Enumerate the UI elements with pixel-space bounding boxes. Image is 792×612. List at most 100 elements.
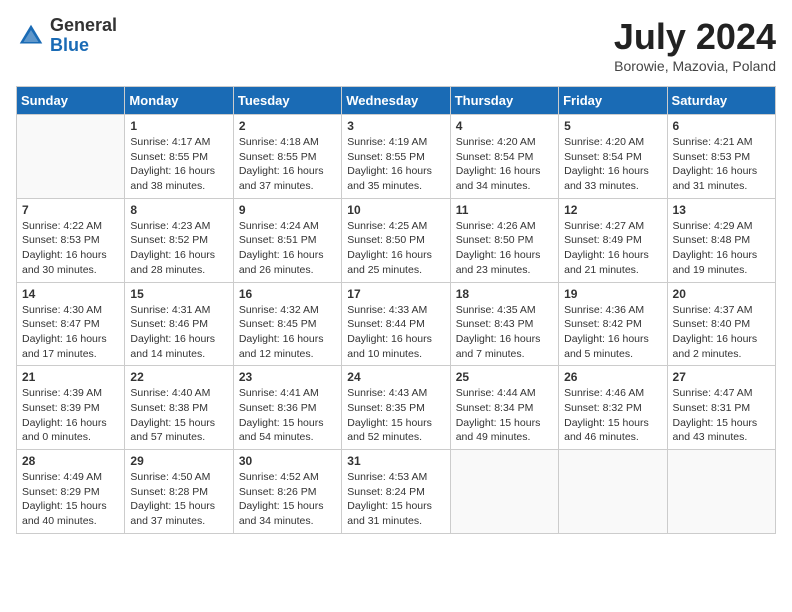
sunset-label: Sunset: 8:52 PM xyxy=(130,234,208,246)
daylight-label: Daylight: 16 hours and 33 minutes. xyxy=(564,165,649,192)
day-info: Sunrise: 4:36 AMSunset: 8:42 PMDaylight:… xyxy=(564,303,661,362)
day-number: 27 xyxy=(673,370,770,384)
sunset-label: Sunset: 8:49 PM xyxy=(564,234,642,246)
calendar-week-5: 28Sunrise: 4:49 AMSunset: 8:29 PMDayligh… xyxy=(17,450,776,534)
sunrise-label: Sunrise: 4:53 AM xyxy=(347,471,427,483)
day-info: Sunrise: 4:20 AMSunset: 8:54 PMDaylight:… xyxy=(564,135,661,194)
sunset-label: Sunset: 8:32 PM xyxy=(564,402,642,414)
calendar-cell: 6Sunrise: 4:21 AMSunset: 8:53 PMDaylight… xyxy=(667,115,775,199)
daylight-label: Daylight: 15 hours and 49 minutes. xyxy=(456,417,541,444)
day-info: Sunrise: 4:39 AMSunset: 8:39 PMDaylight:… xyxy=(22,386,119,445)
daylight-label: Daylight: 16 hours and 2 minutes. xyxy=(673,333,758,360)
logo-text: General Blue xyxy=(50,16,117,56)
calendar-cell: 1Sunrise: 4:17 AMSunset: 8:55 PMDaylight… xyxy=(125,115,233,199)
day-number: 22 xyxy=(130,370,227,384)
day-info: Sunrise: 4:22 AMSunset: 8:53 PMDaylight:… xyxy=(22,219,119,278)
calendar-cell: 7 Sunrise: 4:22 AMSunset: 8:53 PMDaylight… xyxy=(17,198,125,282)
day-info: Sunrise: 4:32 AMSunset: 8:45 PMDaylight:… xyxy=(239,303,336,362)
daylight-label: Daylight: 16 hours and 37 minutes. xyxy=(239,165,324,192)
sunset-label: Sunset: 8:47 PM xyxy=(22,318,100,330)
sunset-label: Sunset: 8:55 PM xyxy=(130,151,208,163)
weekday-header-thursday: Thursday xyxy=(450,87,558,115)
sunset-label: Sunset: 8:53 PM xyxy=(673,151,751,163)
day-info: Sunrise: 4:24 AMSunset: 8:51 PMDaylight:… xyxy=(239,219,336,278)
calendar-header: SundayMondayTuesdayWednesdayThursdayFrid… xyxy=(17,87,776,115)
daylight-label: Daylight: 16 hours and 5 minutes. xyxy=(564,333,649,360)
calendar-week-2: 7 Sunrise: 4:22 AMSunset: 8:53 PMDaylight… xyxy=(17,198,776,282)
sunset-label: Sunset: 8:50 PM xyxy=(347,234,425,246)
daylight-label: Daylight: 15 hours and 31 minutes. xyxy=(347,500,432,527)
daylight-label: Daylight: 16 hours and 23 minutes. xyxy=(456,249,541,276)
weekday-header-saturday: Saturday xyxy=(667,87,775,115)
day-number: 5 xyxy=(564,119,661,133)
sunrise-label: Sunrise: 4:17 AM xyxy=(130,136,210,148)
sunrise-label: Sunrise: 4:32 AM xyxy=(239,304,319,316)
calendar-cell xyxy=(450,450,558,534)
day-number: 4 xyxy=(456,119,553,133)
sunrise-label: Sunrise: 4:41 AM xyxy=(239,387,319,399)
day-info: Sunrise: 4:29 AMSunset: 8:48 PMDaylight:… xyxy=(673,219,770,278)
calendar-cell: 14Sunrise: 4:30 AMSunset: 8:47 PMDayligh… xyxy=(17,282,125,366)
calendar-cell: 13Sunrise: 4:29 AMSunset: 8:48 PMDayligh… xyxy=(667,198,775,282)
day-number: 16 xyxy=(239,287,336,301)
day-info: Sunrise: 4:33 AMSunset: 8:44 PMDaylight:… xyxy=(347,303,444,362)
sunrise-label: Sunrise: 4:26 AM xyxy=(456,220,536,232)
calendar-cell: 16Sunrise: 4:32 AMSunset: 8:45 PMDayligh… xyxy=(233,282,341,366)
day-info: Sunrise: 4:37 AMSunset: 8:40 PMDaylight:… xyxy=(673,303,770,362)
title-block: July 2024 Borowie, Mazovia, Poland xyxy=(614,16,776,74)
calendar-week-4: 21Sunrise: 4:39 AMSunset: 8:39 PMDayligh… xyxy=(17,366,776,450)
calendar-cell: 24Sunrise: 4:43 AMSunset: 8:35 PMDayligh… xyxy=(342,366,450,450)
sunset-label: Sunset: 8:54 PM xyxy=(456,151,534,163)
calendar-week-3: 14Sunrise: 4:30 AMSunset: 8:47 PMDayligh… xyxy=(17,282,776,366)
calendar-cell: 5 Sunrise: 4:20 AMSunset: 8:54 PMDaylight… xyxy=(559,115,667,199)
day-number: 8 xyxy=(130,203,227,217)
sunset-label: Sunset: 8:42 PM xyxy=(564,318,642,330)
day-info: Sunrise: 4:26 AMSunset: 8:50 PMDaylight:… xyxy=(456,219,553,278)
day-info: Sunrise: 4:30 AMSunset: 8:47 PMDaylight:… xyxy=(22,303,119,362)
calendar-body: 1 Sunrise: 4:17 AM Sunset: 8:55 PM Daylight… xyxy=(17,115,776,534)
day-number: 15 xyxy=(130,287,227,301)
calendar-cell: 10Sunrise: 4:25 AMSunset: 8:50 PMDayligh… xyxy=(342,198,450,282)
calendar-cell xyxy=(17,115,125,199)
sunrise-label: Sunrise: 4:19 AM xyxy=(347,136,427,148)
sunrise-label: Sunrise: 4:27 AM xyxy=(564,220,644,232)
weekday-header-wednesday: Wednesday xyxy=(342,87,450,115)
daylight-label: Daylight: 16 hours and 10 minutes. xyxy=(347,333,432,360)
daylight-label: Daylight: 15 hours and 57 minutes. xyxy=(130,417,215,444)
month-year: July 2024 xyxy=(614,16,776,58)
daylight-label: Daylight: 16 hours and 14 minutes. xyxy=(130,333,215,360)
sunrise-label: Sunrise: 4:33 AM xyxy=(347,304,427,316)
sunset-label: Sunset: 8:45 PM xyxy=(239,318,317,330)
sunrise-label: Sunrise: 4:31 AM xyxy=(130,304,210,316)
sunset-label: Sunset: 8:55 PM xyxy=(347,151,425,163)
sunrise-label: Sunrise: 4:52 AM xyxy=(239,471,319,483)
weekday-header-monday: Monday xyxy=(125,87,233,115)
day-info: Sunrise: 4:50 AMSunset: 8:28 PMDaylight:… xyxy=(130,470,227,529)
sunset-label: Sunset: 8:40 PM xyxy=(673,318,751,330)
daylight-label: Daylight: 16 hours and 26 minutes. xyxy=(239,249,324,276)
calendar-cell: 25Sunrise: 4:44 AMSunset: 8:34 PMDayligh… xyxy=(450,366,558,450)
daylight-label: Daylight: 15 hours and 52 minutes. xyxy=(347,417,432,444)
sunrise-label: Sunrise: 4:29 AM xyxy=(673,220,753,232)
day-info: Sunrise: 4:53 AMSunset: 8:24 PMDaylight:… xyxy=(347,470,444,529)
page-header: General Blue July 2024 Borowie, Mazovia,… xyxy=(16,16,776,74)
day-info: Sunrise: 4:52 AMSunset: 8:26 PMDaylight:… xyxy=(239,470,336,529)
calendar-cell: 17 Sunrise: 4:33 AMSunset: 8:44 PMDayligh… xyxy=(342,282,450,366)
daylight-label: Daylight: 16 hours and 34 minutes. xyxy=(456,165,541,192)
daylight-label: Daylight: 15 hours and 37 minutes. xyxy=(130,500,215,527)
daylight-label: Daylight: 16 hours and 25 minutes. xyxy=(347,249,432,276)
calendar-cell: 8 Sunrise: 4:23 AMSunset: 8:52 PMDaylight… xyxy=(125,198,233,282)
day-info: Sunrise: 4:31 AMSunset: 8:46 PMDaylight:… xyxy=(130,303,227,362)
sunrise-label: Sunrise: 4:35 AM xyxy=(456,304,536,316)
day-number: 29 xyxy=(130,454,227,468)
logo: General Blue xyxy=(16,16,117,56)
day-number: 31 xyxy=(347,454,444,468)
weekday-header-tuesday: Tuesday xyxy=(233,87,341,115)
day-number: 17 xyxy=(347,287,444,301)
calendar-cell: 11Sunrise: 4:26 AMSunset: 8:50 PMDayligh… xyxy=(450,198,558,282)
day-number: 7 xyxy=(22,203,119,217)
day-number: 1 xyxy=(130,119,227,133)
daylight-label: Daylight: 16 hours and 0 minutes. xyxy=(22,417,107,444)
sunset-label: Sunset: 8:28 PM xyxy=(130,486,208,498)
day-info: Sunrise: 4:23 AMSunset: 8:52 PMDaylight:… xyxy=(130,219,227,278)
